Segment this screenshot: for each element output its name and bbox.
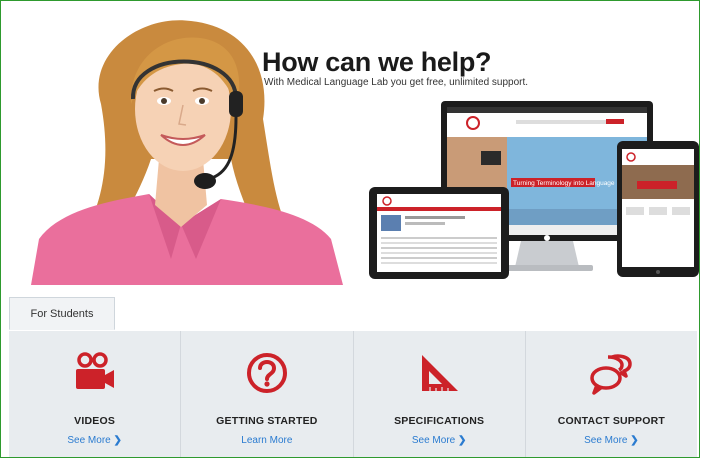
chevron-right-icon: ❯ bbox=[113, 435, 122, 446]
feature-title: GETTING STARTED bbox=[216, 415, 318, 427]
support-features: VIDEOS See More ❯ GETTING STARTED Learn … bbox=[9, 331, 697, 457]
feature-contact-support: CONTACT SUPPORT See More ❯ bbox=[526, 331, 697, 457]
feature-title: CONTACT SUPPORT bbox=[557, 415, 665, 427]
see-more-link[interactable]: See More ❯ bbox=[354, 435, 525, 446]
chevron-right-icon: ❯ bbox=[630, 435, 639, 446]
hero-section: How can we help? With Medical Language L… bbox=[9, 3, 699, 293]
video-camera-icon bbox=[75, 352, 114, 389]
learn-more-link[interactable]: Learn More bbox=[181, 435, 352, 446]
feature-title: VIDEOS bbox=[74, 415, 116, 427]
link-label: See More bbox=[67, 435, 111, 446]
feature-title: SPECIFICATIONS bbox=[394, 415, 485, 427]
tab-bar: For Students bbox=[9, 297, 697, 332]
tab-for-students[interactable]: For Students bbox=[9, 297, 115, 330]
tab-label: For Students bbox=[30, 307, 94, 320]
feature-getting-started: GETTING STARTED Learn More bbox=[181, 331, 354, 457]
hero-subtitle: With Medical Language Lab you get free, … bbox=[264, 77, 529, 88]
feature-specifications: SPECIFICATIONS See More ❯ bbox=[354, 331, 526, 457]
see-more-link[interactable]: See More ❯ bbox=[526, 435, 697, 446]
question-circle-icon bbox=[246, 353, 287, 393]
triangle-ruler-icon bbox=[422, 355, 459, 391]
link-label: Learn More bbox=[241, 435, 293, 446]
chat-bubbles-icon bbox=[590, 354, 633, 395]
link-label: See More bbox=[411, 435, 456, 446]
feature-videos: VIDEOS See More ❯ bbox=[9, 331, 182, 457]
chevron-right-icon: ❯ bbox=[458, 435, 467, 446]
hero-title: How can we help? bbox=[262, 47, 492, 77]
see-more-link[interactable]: See More ❯ bbox=[9, 435, 180, 446]
devices-mockup-image: Turning Terminology into Language bbox=[369, 101, 699, 279]
monitor-banner-text: Turning Terminology into Language bbox=[513, 180, 615, 187]
page-frame: How can we help? With Medical Language L… bbox=[0, 0, 700, 458]
link-label: See More bbox=[584, 435, 628, 446]
